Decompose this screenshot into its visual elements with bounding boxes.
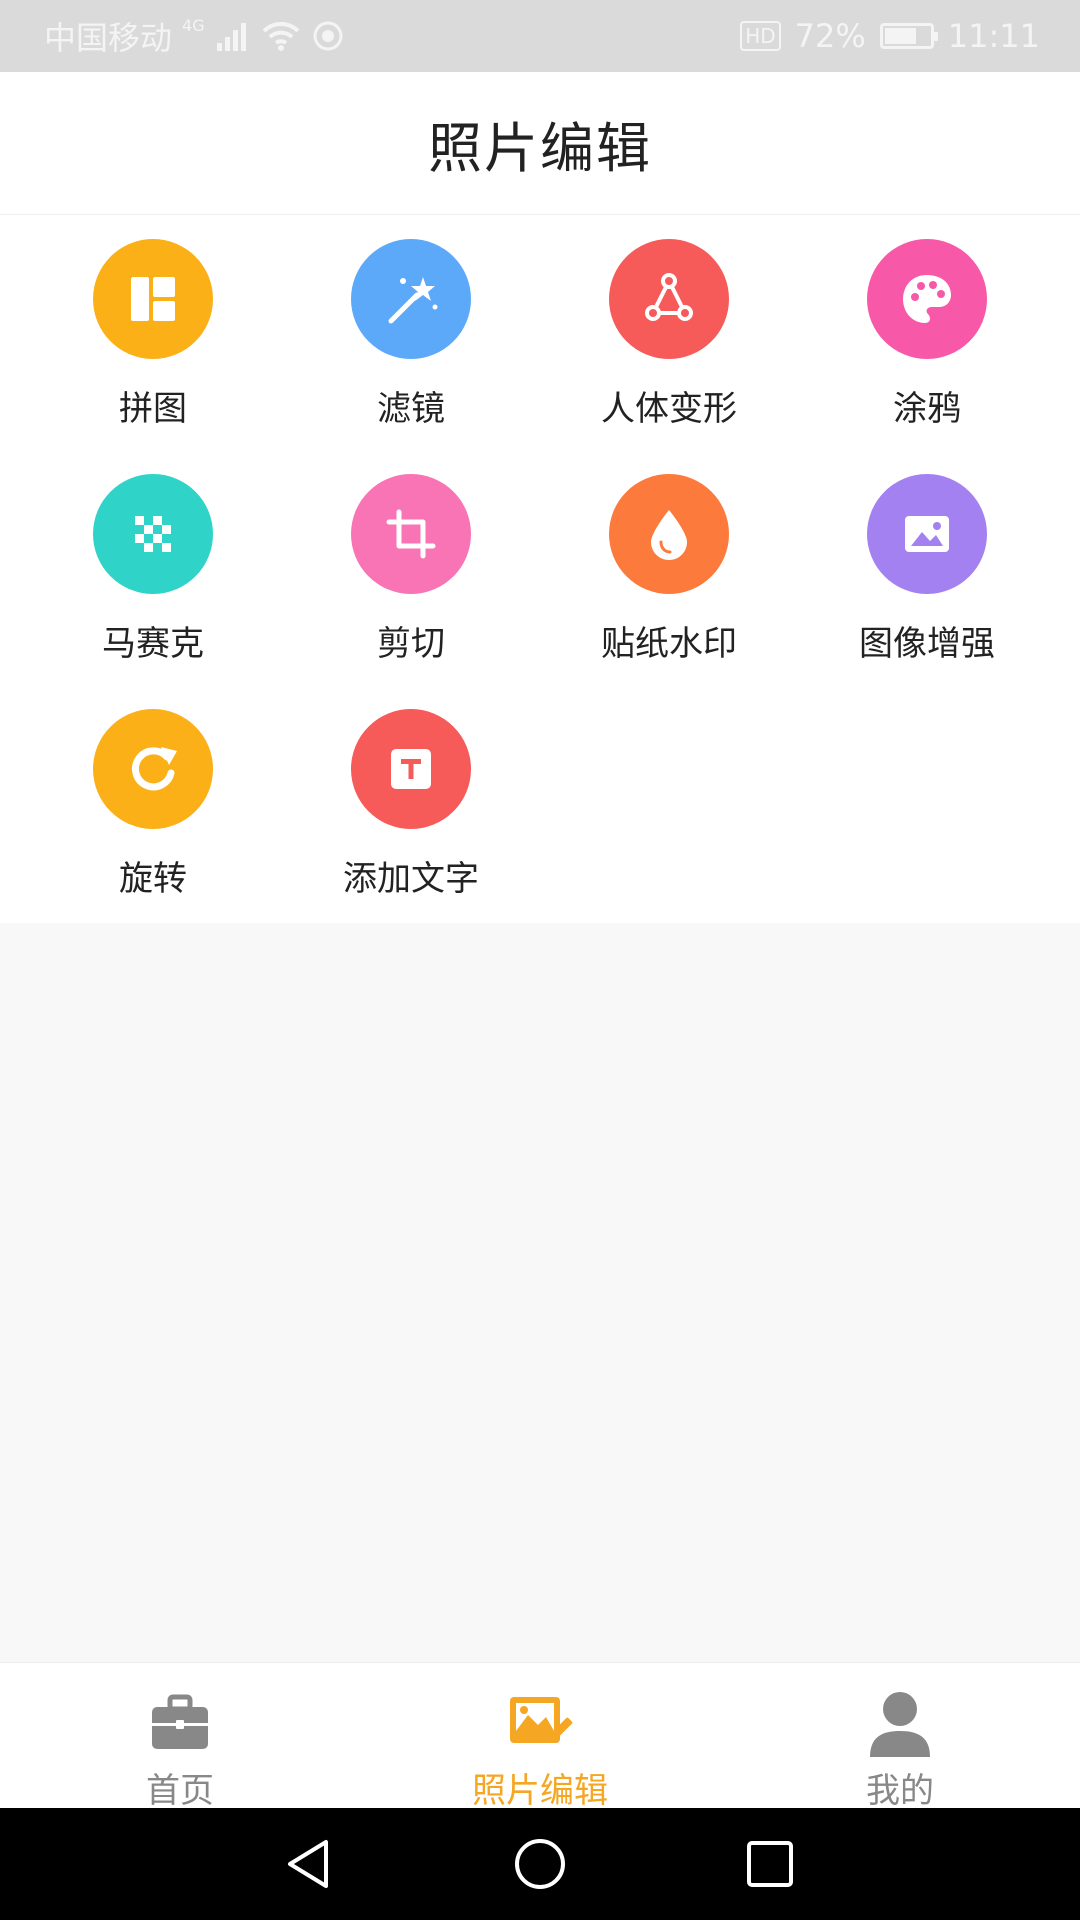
tool-label: 拼图 — [119, 389, 187, 429]
tool-label: 贴纸水印 — [601, 624, 737, 664]
status-bar: 中国移动 4G HD 72% 11:11 — [0, 0, 1080, 72]
crop-icon — [386, 509, 436, 559]
bottom-nav: 首页 照片编辑 我的 — [0, 1662, 1080, 1811]
magic-wand-icon — [388, 277, 438, 324]
tool-label: 涂鸦 — [893, 389, 961, 429]
tool-icon-circle — [351, 239, 471, 359]
nav-label: 照片编辑 — [472, 1771, 608, 1811]
photo-edit-icon — [510, 1697, 573, 1743]
tool-icon-circle — [93, 239, 213, 359]
tool-grid: 拼图 滤镜 人体变形 涂鸦 马赛克 剪切 贴纸水印 图像增强 旋转 添加文字 — [0, 215, 1080, 923]
tool-icon-circle — [609, 239, 729, 359]
recents-icon[interactable] — [740, 1834, 800, 1894]
body-reshape-icon — [645, 273, 693, 321]
tool-icon-circle — [867, 239, 987, 359]
tool-add-text[interactable]: 添加文字 — [282, 685, 540, 905]
nav-item-profile[interactable]: 我的 — [720, 1663, 1080, 1811]
tool-body-reshape[interactable]: 人体变形 — [540, 215, 798, 435]
text-icon — [391, 749, 431, 789]
network-type: 4G — [182, 16, 205, 35]
battery-icon — [879, 23, 938, 49]
user-icon — [870, 1692, 930, 1757]
tool-label: 旋转 — [119, 859, 187, 899]
tool-mosaic[interactable]: 马赛克 — [24, 450, 282, 670]
back-icon[interactable] — [280, 1834, 340, 1894]
tool-label: 滤镜 — [377, 389, 445, 429]
tool-filter[interactable]: 滤镜 — [282, 215, 540, 435]
hd-badge: HD — [740, 21, 781, 51]
wifi-icon — [262, 21, 300, 51]
tool-icon-circle — [93, 709, 213, 829]
home-icon[interactable] — [510, 1834, 570, 1894]
battery-percent: 72% — [794, 17, 866, 55]
tool-icon-circle — [93, 474, 213, 594]
nav-item-home[interactable]: 首页 — [0, 1663, 360, 1811]
app-header: 照片编辑 — [0, 72, 1080, 215]
signal-icon — [216, 23, 246, 51]
tool-rotate[interactable]: 旋转 — [24, 685, 282, 905]
image-icon — [905, 516, 949, 552]
tool-icon-circle — [351, 709, 471, 829]
tool-label: 添加文字 — [343, 859, 479, 899]
tool-doodle[interactable]: 涂鸦 — [798, 215, 1056, 435]
collage-layout-icon — [131, 277, 175, 321]
water-drop-icon — [651, 510, 687, 560]
tool-label: 图像增强 — [859, 624, 995, 664]
tool-collage[interactable]: 拼图 — [24, 215, 282, 435]
rotate-icon — [132, 747, 177, 791]
battery-level-fill — [884, 28, 917, 44]
tool-label: 马赛克 — [102, 624, 204, 664]
briefcase-icon — [152, 1694, 208, 1749]
nfc-icon — [313, 21, 343, 51]
tool-image-enhance[interactable]: 图像增强 — [798, 450, 1056, 670]
tool-icon-circle — [609, 474, 729, 594]
tool-icon-circle — [867, 474, 987, 594]
tool-crop[interactable]: 剪切 — [282, 450, 540, 670]
tool-icon-circle — [351, 474, 471, 594]
tool-label: 剪切 — [377, 624, 445, 664]
carrier-name: 中国移动 — [44, 19, 173, 57]
clock: 11:11 — [947, 17, 1040, 55]
mosaic-icon — [135, 516, 171, 552]
palette-icon — [903, 275, 951, 323]
status-left: 中国移动 4G — [44, 0, 345, 72]
nav-label: 首页 — [146, 1771, 214, 1811]
page-title: 照片编辑 — [428, 116, 652, 180]
tool-label: 人体变形 — [601, 389, 737, 429]
tool-sticker-watermark[interactable]: 贴纸水印 — [540, 450, 798, 670]
status-right: HD 72% 11:11 — [740, 0, 1040, 72]
nav-item-photo-edit[interactable]: 照片编辑 — [360, 1663, 720, 1811]
system-nav-bar — [0, 1808, 1080, 1920]
nav-label: 我的 — [866, 1771, 934, 1811]
